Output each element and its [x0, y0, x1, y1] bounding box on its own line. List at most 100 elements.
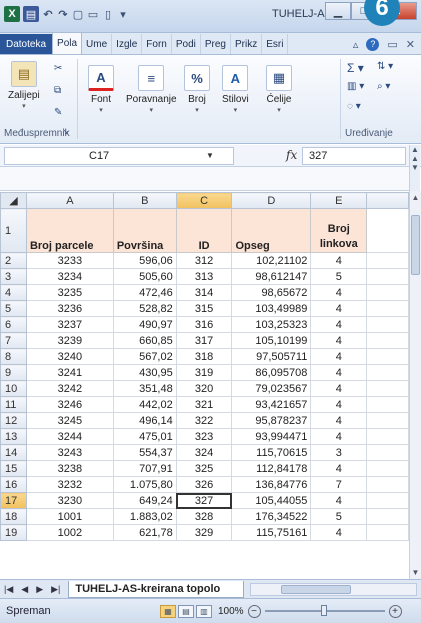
cell-broj-linkova[interactable]: 4 — [310, 492, 368, 509]
row-header[interactable]: 7 — [0, 332, 27, 349]
last-sheet-icon[interactable]: ▶| — [47, 584, 64, 595]
row-header[interactable]: 2 — [0, 252, 27, 269]
select-all-corner[interactable]: ◢ — [0, 192, 27, 209]
cell-povrsina[interactable]: 475,01 — [112, 428, 177, 445]
cell-povrsina[interactable]: 554,37 — [112, 444, 177, 461]
page-break-view-icon[interactable]: ▥ — [196, 604, 212, 618]
cell-povrsina[interactable]: 472,46 — [112, 284, 177, 301]
cell-opseg[interactable]: 79,023567 — [231, 380, 312, 397]
scrollbar-thumb[interactable] — [281, 584, 352, 594]
empty-cell[interactable] — [366, 428, 409, 445]
clear-icon[interactable]: ◌ ▾ — [347, 101, 361, 112]
scrollbar-thumb[interactable] — [411, 215, 420, 275]
cell-broj-parcele[interactable]: 3239 — [25, 332, 114, 349]
row-header[interactable]: 14 — [0, 444, 27, 461]
empty-cell[interactable] — [366, 364, 409, 381]
name-box[interactable]: C17 — [4, 147, 234, 165]
empty-cell[interactable] — [366, 396, 409, 413]
cell-broj-parcele[interactable]: 3243 — [25, 444, 114, 461]
cell-povrsina[interactable]: 660,85 — [112, 332, 177, 349]
cell-povrsina[interactable]: 496,14 — [112, 412, 177, 429]
clipboard-launcher-icon[interactable]: ↘ — [62, 127, 69, 136]
cell-id[interactable]: 321 — [175, 396, 233, 413]
row-header[interactable]: 5 — [0, 300, 27, 317]
cell-id[interactable]: 317 — [175, 332, 233, 349]
cell-broj-parcele[interactable]: 3240 — [25, 348, 114, 365]
cell-opseg[interactable]: 115,75161 — [231, 524, 312, 541]
sort-filter-icon[interactable]: ⇅ ▾ — [377, 61, 393, 72]
empty-cell[interactable] — [366, 460, 409, 477]
cell-broj-linkova[interactable]: 4 — [310, 428, 368, 445]
tab-view[interactable]: Prikz — [231, 34, 263, 54]
row-header[interactable]: 13 — [0, 428, 27, 445]
cell-broj-linkova[interactable]: 5 — [310, 508, 368, 525]
prev-sheet-icon[interactable]: ◀ — [17, 584, 32, 595]
cell-broj-parcele[interactable]: 1001 — [25, 508, 114, 525]
cell-opseg[interactable]: 98,65672 — [231, 284, 312, 301]
cell-povrsina[interactable]: 649,24 — [112, 492, 177, 509]
font-button[interactable]: A Font ▾ — [88, 65, 114, 114]
cell-povrsina[interactable]: 1.883,02 — [112, 508, 177, 525]
zoom-slider[interactable] — [264, 605, 385, 616]
cell-opseg[interactable]: 95,878237 — [231, 412, 312, 429]
zoom-out-icon[interactable]: − — [247, 604, 261, 618]
cell-broj-parcele[interactable]: 3234 — [25, 268, 114, 285]
cell-id[interactable]: 329 — [175, 524, 233, 541]
tab-data[interactable]: Podi — [172, 34, 201, 54]
column-header[interactable]: A — [25, 192, 114, 209]
vertical-scrollbar[interactable]: ▲ ▼ — [409, 191, 421, 579]
chevron-down-icon[interactable]: ▼ — [410, 163, 420, 172]
cell-broj-linkova[interactable]: 3 — [310, 444, 368, 461]
cell-opseg[interactable]: 176,34522 — [231, 508, 312, 525]
row-header[interactable]: 9 — [0, 364, 27, 381]
cell-id[interactable]: 322 — [175, 412, 233, 429]
header-cell[interactable]: ID — [175, 208, 233, 253]
close-workbook-icon[interactable]: ✕ — [406, 38, 415, 51]
cell-povrsina[interactable]: 567,02 — [112, 348, 177, 365]
cell-broj-linkova[interactable]: 4 — [310, 348, 368, 365]
excel-logo-icon[interactable]: X — [4, 6, 20, 22]
copy-icon[interactable]: ⧉ — [54, 85, 61, 96]
empty-cell[interactable] — [366, 332, 409, 349]
empty-cell[interactable] — [366, 284, 409, 301]
empty-cell[interactable] — [366, 412, 409, 429]
empty-cell[interactable] — [366, 252, 409, 269]
row-header[interactable]: 4 — [0, 284, 27, 301]
cell-id[interactable]: 323 — [175, 428, 233, 445]
cell-id[interactable]: 315 — [175, 300, 233, 317]
empty-cell[interactable] — [366, 208, 409, 253]
cell-opseg[interactable]: 102,21102 — [231, 252, 312, 269]
cell-broj-parcele[interactable]: 3236 — [25, 300, 114, 317]
row-header[interactable]: 8 — [0, 348, 27, 365]
cell-broj-linkova[interactable]: 4 — [310, 316, 368, 333]
row-header[interactable]: 16 — [0, 476, 27, 493]
scroll-up-icon[interactable]: ▲ — [410, 193, 421, 202]
cell-opseg[interactable]: 93,994471 — [231, 428, 312, 445]
cell-povrsina[interactable]: 621,78 — [112, 524, 177, 541]
cell-broj-linkova[interactable]: 7 — [310, 476, 368, 493]
row-header[interactable]: 11 — [0, 396, 27, 413]
scroll-down-icon[interactable]: ▼ — [410, 568, 421, 577]
cell-opseg[interactable]: 98,612147 — [231, 268, 312, 285]
cell-opseg[interactable]: 115,70615 — [231, 444, 312, 461]
tab-home[interactable]: Pola — [52, 32, 83, 54]
restore-window-icon[interactable]: ▭ — [387, 38, 397, 51]
cell-povrsina[interactable]: 528,82 — [112, 300, 177, 317]
cell-broj-parcele[interactable]: 3233 — [25, 252, 114, 269]
find-select-icon[interactable]: ⌕ ▾ — [377, 81, 390, 92]
column-header[interactable]: D — [231, 192, 312, 209]
cell-broj-parcele[interactable]: 3230 — [25, 492, 114, 509]
cell-broj-parcele[interactable]: 3235 — [25, 284, 114, 301]
formula-input[interactable]: 327 — [302, 147, 406, 165]
cell-broj-parcele[interactable]: 3244 — [25, 428, 114, 445]
cell-broj-linkova[interactable]: 4 — [310, 332, 368, 349]
insert-function-icon[interactable]: fx — [286, 148, 297, 162]
new-document-icon[interactable]: ▯ — [102, 6, 114, 22]
cell-id[interactable]: 325 — [175, 460, 233, 477]
header-cell[interactable]: Broj parcele — [25, 208, 114, 253]
row-header[interactable]: 19 — [0, 524, 27, 541]
cell-id[interactable]: 319 — [175, 364, 233, 381]
customize-qat-icon[interactable]: ▾ — [117, 6, 129, 22]
collapse-ribbon-icon[interactable]: ▵ — [353, 38, 359, 51]
help-icon[interactable]: ? — [366, 37, 380, 51]
